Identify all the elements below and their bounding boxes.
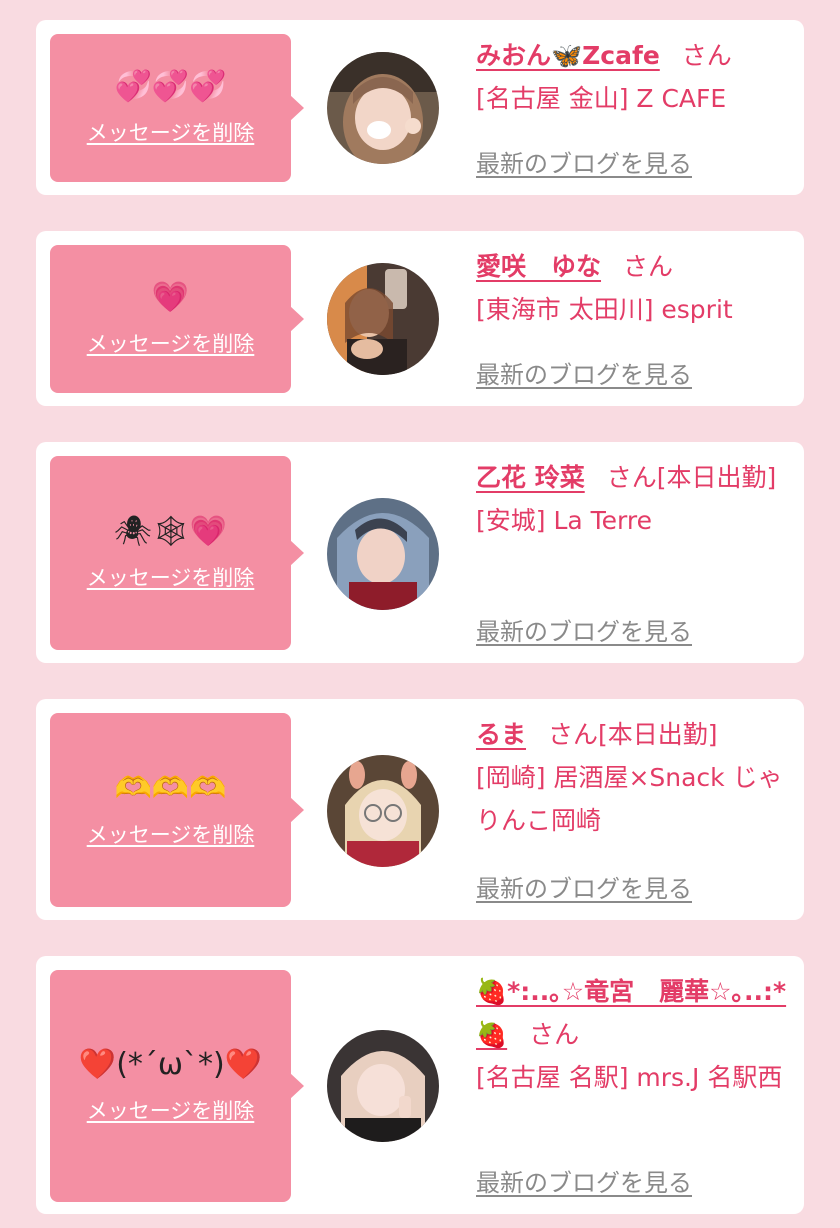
message-text: 💗 [151, 280, 190, 315]
girl-name-link[interactable]: 🍓*:..｡☆竜宮 麗華☆｡..:*🍓 [476, 977, 786, 1049]
shop-name: [東海市 太田川] esprit [476, 295, 733, 324]
name-line: るま さん[本日出勤] [476, 713, 788, 756]
girl-info: るま さん[本日出勤] [岡崎] 居酒屋×Snack じゃりんこ岡崎 [476, 713, 788, 842]
delete-message-link[interactable]: メッセージを削除 [87, 1095, 255, 1125]
message-text: 🫶🫶🫶 [114, 771, 227, 806]
latest-blog-link[interactable]: 最新のブログを見る [476, 612, 692, 647]
message-bubble: 🫶🫶🫶 メッセージを削除 [50, 713, 304, 907]
name-line: みおん🦋Zcafe さん [476, 34, 788, 77]
favorite-card: 💗 メッセージを削除 愛咲 ゆな さん [東海市 太田川] esprit 最新のブ… [36, 231, 804, 406]
message-bubble: 💗 メッセージを削除 [50, 245, 304, 393]
shop-name: [安城] La Terre [476, 506, 653, 535]
message-text: 💞💞💞 [114, 69, 227, 104]
shop-name: [名古屋 名駅] mrs.J 名駅西 [476, 1063, 783, 1092]
honorific: さん [681, 41, 732, 70]
message-bubble: 🕷🕸💗 メッセージを削除 [50, 456, 304, 650]
honorific: さん [548, 720, 599, 749]
avatar[interactable] [327, 263, 439, 375]
latest-blog-link[interactable]: 最新のブログを見る [476, 144, 692, 179]
girl-info: 乙花 玲菜 さん[本日出勤] [安城] La Terre [476, 456, 788, 542]
message-bubble: 💞💞💞 メッセージを削除 [50, 34, 304, 182]
girl-name-link[interactable]: みおん🦋Zcafe [476, 41, 660, 70]
shop-name: [名古屋 金山] Z CAFE [476, 84, 727, 113]
delete-message-link[interactable]: メッセージを削除 [87, 819, 255, 849]
delete-message-link[interactable]: メッセージを削除 [87, 117, 255, 147]
honorific: さん [623, 252, 674, 281]
favorite-card: 🫶🫶🫶 メッセージを削除 るま さん[本日出勤] [岡崎] 居酒屋×Snack じ… [36, 699, 804, 920]
latest-blog-link[interactable]: 最新のブログを見る [476, 1163, 692, 1198]
status-badge: [本日出勤] [598, 720, 718, 749]
latest-blog-link[interactable]: 最新のブログを見る [476, 355, 692, 390]
favorite-card: ❤️(*´ω`*)❤️ メッセージを削除 🍓*:..｡☆竜宮 麗華☆｡..:*🍓… [36, 956, 804, 1214]
girl-name-link[interactable]: るま [476, 720, 526, 749]
girl-info: 愛咲 ゆな さん [東海市 太田川] esprit [476, 245, 788, 331]
message-text: 🕷🕸💗 [113, 514, 228, 549]
avatar[interactable] [327, 1030, 439, 1142]
name-line: 🍓*:..｡☆竜宮 麗華☆｡..:*🍓 さん [476, 970, 788, 1056]
avatar[interactable] [327, 52, 439, 164]
delete-message-link[interactable]: メッセージを削除 [87, 328, 255, 358]
shop-name: [岡崎] 居酒屋×Snack じゃりんこ岡崎 [476, 763, 783, 835]
name-line: 乙花 玲菜 さん[本日出勤] [476, 456, 788, 499]
message-text: ❤️(*´ω`*)❤️ [78, 1047, 263, 1082]
favorite-card: 💞💞💞 メッセージを削除 みおん🦋Zcafe さん [名古屋 金山] Z CAFE… [36, 20, 804, 195]
honorific: さん [529, 1020, 580, 1049]
honorific: さん [606, 463, 657, 492]
latest-blog-link[interactable]: 最新のブログを見る [476, 869, 692, 904]
avatar[interactable] [327, 498, 439, 610]
delete-message-link[interactable]: メッセージを削除 [87, 562, 255, 592]
favorite-card: 🕷🕸💗 メッセージを削除 乙花 玲菜 さん[本日出勤] [安城] La Terre… [36, 442, 804, 663]
girl-info: 🍓*:..｡☆竜宮 麗華☆｡..:*🍓 さん [名古屋 名駅] mrs.J 名駅西 [476, 970, 788, 1099]
name-line: 愛咲 ゆな さん [476, 245, 788, 288]
girl-name-link[interactable]: 愛咲 ゆな [476, 252, 601, 281]
girl-info: みおん🦋Zcafe さん [名古屋 金山] Z CAFE [476, 34, 788, 120]
avatar[interactable] [327, 755, 439, 867]
message-bubble: ❤️(*´ω`*)❤️ メッセージを削除 [50, 970, 304, 1202]
status-badge: [本日出勤] [656, 463, 777, 492]
girl-name-link[interactable]: 乙花 玲菜 [476, 463, 585, 492]
